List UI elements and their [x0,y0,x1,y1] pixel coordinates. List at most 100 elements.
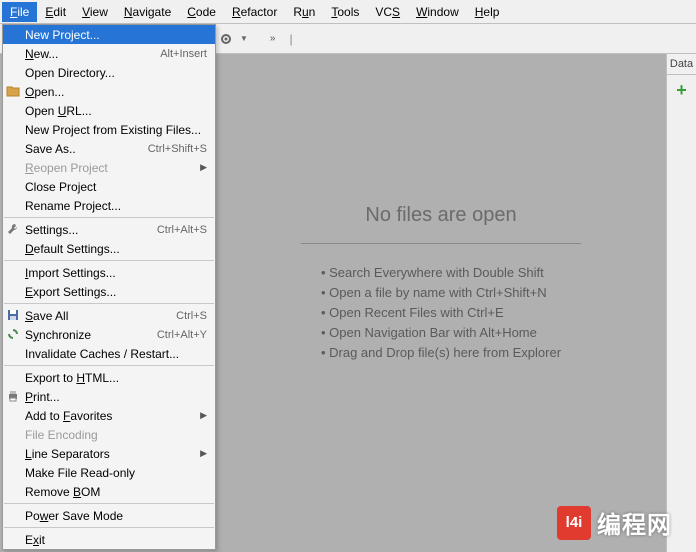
save-icon [6,308,20,322]
menu-item-label: Open... [25,85,64,99]
menu-separator [4,365,214,366]
menu-item-label: Rename Project... [25,199,121,213]
submenu-arrow-icon: ▶ [200,162,207,173]
menu-shortcut: Ctrl+Alt+Y [157,329,207,341]
menu-item-label: New... [25,47,58,61]
submenu-arrow-icon: ▶ [200,448,207,459]
menu-item-make-file-read-only[interactable]: Make File Read-only [3,463,215,482]
divider: | [289,32,292,46]
menu-item-invalidate-caches-restart[interactable]: Invalidate Caches / Restart... [3,344,215,363]
menu-item-label: Export to HTML... [25,371,119,385]
menu-item-close-project[interactable]: Close Project [3,177,215,196]
menu-item-power-save-mode[interactable]: Power Save Mode [3,506,215,525]
wrench-icon [6,222,20,236]
menu-separator [4,217,214,218]
menu-item-save-as[interactable]: Save As.. Ctrl+Shift+S [3,139,215,158]
menu-item-file-encoding: File Encoding [3,425,215,444]
menu-item-label: Default Settings... [25,242,120,256]
watermark-text: 编程网 [597,505,672,540]
menu-shortcut: Alt+Insert [160,48,207,60]
watermark: l4i 编程网 [557,505,672,540]
menu-item-new-project[interactable]: New Project... [3,25,215,44]
menu-separator [4,303,214,304]
menu-item-label: New Project from Existing Files... [25,123,201,137]
menu-item-open[interactable]: Open... [3,82,215,101]
menu-item-label: Settings... [25,223,78,237]
menu-refactor[interactable]: Refactor [224,2,285,22]
menu-item-new-project-from-existing-files[interactable]: New Project from Existing Files... [3,120,215,139]
menubar: FileEditViewNavigateCodeRefactorRunTools… [0,0,696,24]
watermark-badge: l4i [557,506,591,540]
menu-separator [4,527,214,528]
menu-shortcut: Ctrl+Alt+S [157,224,207,236]
database-tab[interactable]: Data [667,54,696,75]
menu-item-add-to-favorites[interactable]: Add to Favorites ▶ [3,406,215,425]
menu-item-label: Export Settings... [25,285,116,299]
menu-item-exit[interactable]: Exit [3,530,215,549]
menu-item-label: Remove BOM [25,485,100,499]
tips-list: Search Everywhere with Double Shift Open … [321,260,561,365]
menu-item-settings[interactable]: Settings... Ctrl+Alt+S [3,220,215,239]
tip-line: Drag and Drop file(s) here from Explorer [321,345,561,360]
menu-item-label: Import Settings... [25,266,116,280]
add-icon[interactable]: + [674,83,690,99]
placeholder-title: No files are open [365,204,516,227]
tip-line: Search Everywhere with Double Shift [321,265,561,280]
menu-separator [4,260,214,261]
menu-vcs[interactable]: VCS [367,2,408,22]
menu-item-label: Line Separators [25,447,110,461]
menu-shortcut: Ctrl+Shift+S [148,143,207,155]
menu-item-new[interactable]: New... Alt+Insert [3,44,215,63]
folder-icon [6,84,20,98]
menu-navigate[interactable]: Navigate [116,2,179,22]
menu-item-label: File Encoding [25,428,98,442]
right-tool-panel: Data + [666,54,696,552]
menu-item-label: Invalidate Caches / Restart... [25,347,179,361]
menu-item-export-to-html[interactable]: Export to HTML... [3,368,215,387]
menu-item-label: Make File Read-only [25,466,135,480]
menu-item-label: Synchronize [25,328,91,342]
menu-item-label: Print... [25,390,60,404]
submenu-arrow-icon: ▶ [200,410,207,421]
tip-line: Open Recent Files with Ctrl+E [321,305,561,320]
menu-item-label: Open Directory... [25,66,115,80]
tip-line: Open a file by name with Ctrl+Shift+N [321,285,561,300]
sync-icon [6,327,20,341]
menu-item-synchronize[interactable]: Synchronize Ctrl+Alt+Y [3,325,215,344]
menu-item-export-settings[interactable]: Export Settings... [3,282,215,301]
menu-item-remove-bom[interactable]: Remove BOM [3,482,215,501]
menu-item-rename-project[interactable]: Rename Project... [3,196,215,215]
menu-edit[interactable]: Edit [37,2,74,22]
collapse-icon[interactable]: » [270,33,276,44]
placeholder-divider [301,243,581,244]
menu-item-open-directory[interactable]: Open Directory... [3,63,215,82]
menu-item-label: Save All [25,309,68,323]
menu-separator [4,503,214,504]
menu-view[interactable]: View [74,2,116,22]
file-menu-dropdown: New Project... New... Alt+Insert Open Direc… [2,24,216,550]
menu-item-label: Open URL... [25,104,92,118]
menu-item-label: New Project... [25,28,100,42]
menu-item-open-url[interactable]: Open URL... [3,101,215,120]
dropdown-arrow-icon[interactable]: ▼ [240,34,248,43]
editor-placeholder: No files are open Search Everywhere with… [216,54,666,552]
menu-item-label: Power Save Mode [25,509,123,523]
menu-item-label: Save As.. [25,142,76,156]
menu-item-save-all[interactable]: Save All Ctrl+S [3,306,215,325]
menu-code[interactable]: Code [179,2,224,22]
gear-icon[interactable] [218,31,234,47]
menu-help[interactable]: Help [467,2,508,22]
menu-item-label: Reopen Project [25,161,108,175]
menu-run[interactable]: Run [285,2,323,22]
menu-item-label: Close Project [25,180,96,194]
menu-tools[interactable]: Tools [323,2,367,22]
menu-shortcut: Ctrl+S [176,310,207,322]
menu-file[interactable]: File [2,2,37,22]
menu-window[interactable]: Window [408,2,467,22]
menu-item-default-settings[interactable]: Default Settings... [3,239,215,258]
menu-item-import-settings[interactable]: Import Settings... [3,263,215,282]
menu-item-line-separators[interactable]: Line Separators ▶ [3,444,215,463]
menu-item-label: Exit [25,533,45,547]
menu-item-print[interactable]: Print... [3,387,215,406]
menu-item-label: Add to Favorites [25,409,112,423]
